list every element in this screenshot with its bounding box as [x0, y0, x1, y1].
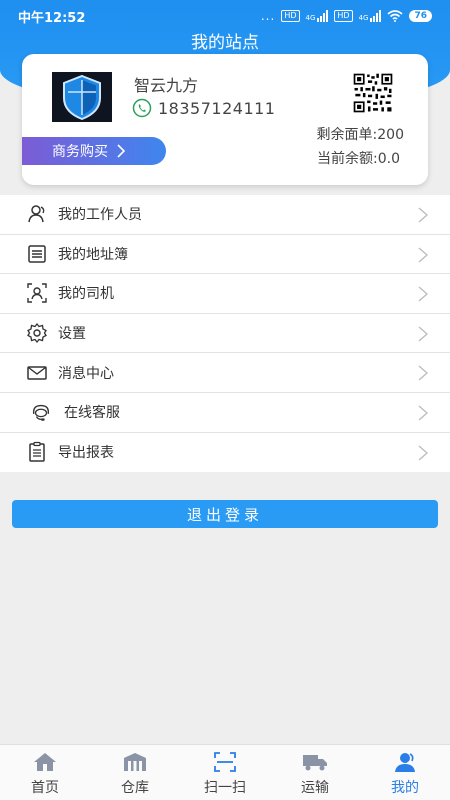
- wifi-icon: [387, 10, 403, 22]
- chevron-right-icon: [418, 286, 428, 302]
- battery-indicator: 76: [409, 10, 432, 22]
- chevron-right-icon: [418, 445, 428, 461]
- menu-label-customer-service: 在线客服: [64, 405, 120, 422]
- tab-label-home: 首页: [31, 780, 59, 796]
- menu-item-export-report[interactable]: 导出报表: [0, 433, 450, 473]
- menu-item-customer-service[interactable]: 在线客服: [0, 393, 450, 433]
- menu-item-messages[interactable]: 消息中心: [0, 353, 450, 393]
- warehouse-icon: [122, 751, 148, 773]
- menu-label-driver: 我的司机: [58, 286, 114, 303]
- scan-icon: [212, 751, 238, 773]
- current-balance: 当前余额:0.0: [317, 151, 400, 167]
- tab-home[interactable]: 首页: [0, 745, 90, 800]
- chevron-right-icon: [418, 365, 428, 381]
- bottom-tab-bar: 首页 仓库 扫一扫 运输 我的: [0, 744, 450, 800]
- mail-icon: [26, 362, 48, 384]
- qr-code-icon[interactable]: [348, 72, 398, 114]
- avatar: [52, 72, 112, 122]
- tab-label-warehouse: 仓库: [121, 780, 149, 796]
- phone-icon: [132, 98, 152, 118]
- tab-label-mine: 我的: [391, 780, 419, 796]
- menu-item-driver[interactable]: 我的司机: [0, 274, 450, 314]
- home-icon: [32, 751, 58, 773]
- profile-card: 智云九方 18357124111 商务购买 剩余面单:200 当前余额:0.0: [22, 54, 428, 185]
- staff-icon: [26, 203, 48, 225]
- phone-number: 18357124111: [158, 98, 276, 118]
- report-icon: [26, 441, 48, 463]
- logout-button[interactable]: 退出登录: [12, 500, 438, 528]
- signal-icon-2: 4G: [359, 10, 382, 22]
- hd-badge: HD: [281, 10, 300, 22]
- notification-dots: ...: [260, 9, 276, 23]
- tab-scan[interactable]: 扫一扫: [180, 745, 270, 800]
- menu-label-settings: 设置: [58, 326, 86, 343]
- shield-icon: [63, 74, 101, 121]
- page-title: 我的站点: [191, 33, 259, 53]
- menu-label-staff: 我的工作人员: [58, 207, 142, 224]
- network-type: 4G: [305, 14, 316, 22]
- address-book-icon: [26, 243, 48, 265]
- company-name: 智云九方: [134, 76, 199, 95]
- business-purchase-button[interactable]: 商务购买: [22, 137, 166, 165]
- menu-item-address-book[interactable]: 我的地址簿: [0, 235, 450, 275]
- menu-item-settings[interactable]: 设置: [0, 314, 450, 354]
- tab-label-scan: 扫一扫: [204, 780, 246, 796]
- signal-icon: 4G: [306, 10, 329, 22]
- chevron-right-icon: [418, 247, 428, 263]
- hd-badge-2: HD: [334, 10, 353, 22]
- gear-icon: [26, 322, 48, 344]
- business-purchase-label: 商务购买: [52, 144, 108, 160]
- user-icon: [392, 751, 418, 773]
- remaining-waybills: 剩余面单:200: [316, 127, 404, 143]
- network-type-2: 4G: [358, 14, 369, 22]
- status-icons: ... HD 4G HD 4G 76: [261, 9, 432, 23]
- tab-label-transport: 运输: [301, 780, 329, 796]
- tab-warehouse[interactable]: 仓库: [90, 745, 180, 800]
- chevron-right-icon: [117, 144, 126, 158]
- phone-row: 18357124111: [132, 98, 275, 118]
- headset-icon: [30, 401, 52, 423]
- driver-icon: [26, 282, 48, 304]
- menu-list: 我的工作人员 我的地址簿 我的司机 设置 消息中心 在线客服 导出报表: [0, 195, 450, 473]
- menu-item-staff[interactable]: 我的工作人员: [0, 195, 450, 235]
- chevron-right-icon: [418, 207, 428, 223]
- menu-label-address-book: 我的地址簿: [58, 246, 128, 263]
- truck-icon: [302, 751, 328, 773]
- chevron-right-icon: [418, 405, 428, 421]
- menu-label-messages: 消息中心: [58, 365, 114, 382]
- menu-label-export-report: 导出报表: [58, 445, 114, 462]
- tab-transport[interactable]: 运输: [270, 745, 360, 800]
- tab-mine[interactable]: 我的: [360, 745, 450, 800]
- chevron-right-icon: [418, 326, 428, 342]
- status-time: 中午12:52: [18, 10, 86, 26]
